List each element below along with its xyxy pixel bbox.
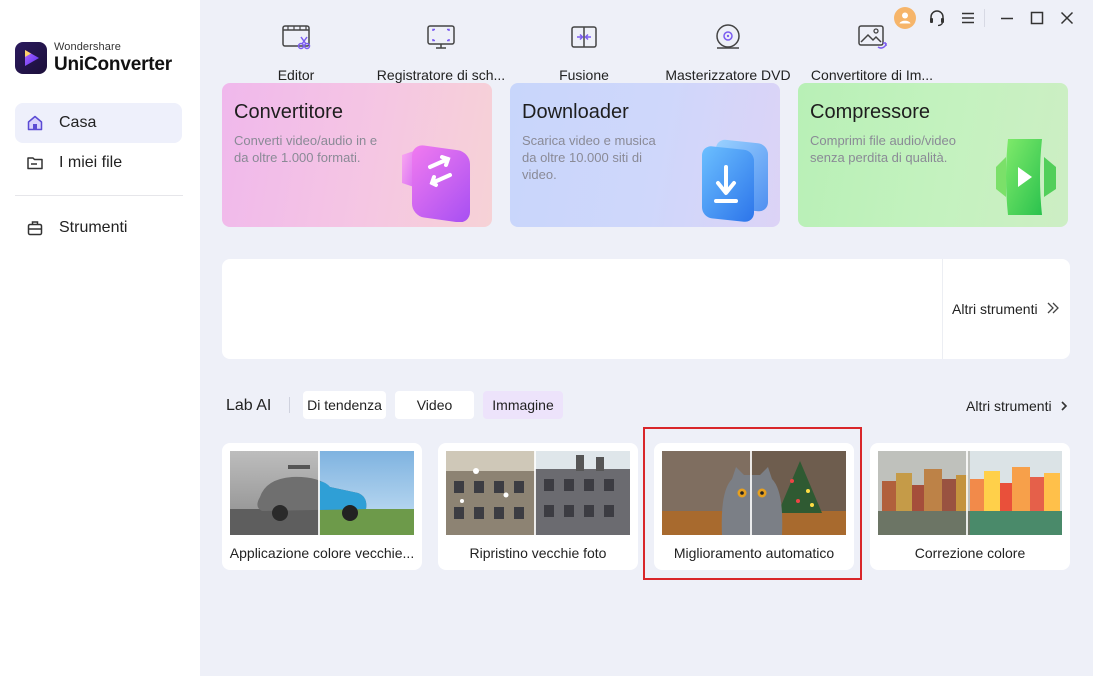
minimize-icon[interactable] <box>996 7 1018 29</box>
tool-dvd-burner[interactable]: Masterizzatore DVD <box>663 0 793 100</box>
merge-icon <box>568 21 600 53</box>
tool-label: Masterizzatore DVD <box>665 67 791 83</box>
ai-card-auto-enhance[interactable]: Miglioramento automatico <box>654 443 854 570</box>
before-after-divider <box>966 451 968 535</box>
card-label: Ripristino vecchie foto <box>469 545 607 561</box>
brand-name: UniConverter <box>54 54 172 75</box>
dvd-icon <box>712 21 744 53</box>
editor-icon <box>280 21 312 53</box>
more-tools-button[interactable]: Altri strumenti <box>942 259 1070 359</box>
double-chevron-right-icon <box>1046 301 1060 318</box>
hero-description: Comprimi file audio/video senza perdita … <box>810 133 956 165</box>
convert-icon <box>392 127 492 227</box>
sidebar-item-tools[interactable]: Strumenti <box>15 208 182 248</box>
hero-title: Downloader <box>522 101 629 123</box>
sidebar-item-label: Strumenti <box>59 219 128 236</box>
toolbox-icon <box>26 219 44 237</box>
lab-ai-title: Lab AI <box>226 397 272 414</box>
tool-merge[interactable]: Fusione <box>548 0 620 100</box>
ai-card-color-correction[interactable]: Correzione colore <box>870 443 1070 570</box>
sidebar-item-casa[interactable]: Casa <box>15 103 182 143</box>
tool-image-converter[interactable]: Convertitore di Im... <box>806 0 938 100</box>
hero-card-downloader[interactable]: Downloader Scarica video e musica da olt… <box>510 83 780 227</box>
hero-title: Compressore <box>810 101 931 123</box>
hero-title: Convertitore <box>234 101 343 123</box>
tool-screen-recorder[interactable]: Registratore di sch... <box>372 0 510 100</box>
before-after-divider <box>750 451 752 535</box>
tab-trending[interactable]: Di tendenza <box>303 391 386 419</box>
before-after-divider <box>318 451 320 535</box>
color-correction-thumbnail <box>878 451 1062 535</box>
uniconverter-logo-icon <box>15 42 47 74</box>
before-after-divider <box>534 451 536 535</box>
titlebar-divider <box>984 9 985 27</box>
ai-card-colorize-old[interactable]: Applicazione colore vecchie... <box>222 443 422 570</box>
maximize-icon[interactable] <box>1026 7 1048 29</box>
enhance-thumbnail <box>662 451 846 535</box>
card-label: Correzione colore <box>914 545 1026 561</box>
menu-icon[interactable] <box>957 7 979 29</box>
sidebar: Wondershare UniConverter Casa I miei fil… <box>0 0 200 676</box>
folder-icon <box>26 154 44 172</box>
tool-label: Editor <box>277 67 315 83</box>
home-icon <box>26 114 44 132</box>
lab-divider <box>289 397 290 413</box>
download-icon <box>680 127 780 227</box>
screen-recorder-icon <box>425 21 457 53</box>
tool-editor[interactable]: Editor <box>259 0 333 100</box>
chevron-right-icon <box>1060 398 1068 414</box>
compress-icon <box>968 127 1068 227</box>
app-logo: Wondershare UniConverter <box>15 42 172 74</box>
lab-more-tools-button[interactable]: Altri strumenti <box>966 398 1068 414</box>
sidebar-divider <box>15 195 183 196</box>
sidebar-item-label: Casa <box>59 114 97 131</box>
tool-label: Fusione <box>559 67 609 83</box>
hero-card-compressor[interactable]: Compressore Comprimi file audio/video se… <box>798 83 1068 227</box>
restore-thumbnail <box>446 451 630 535</box>
tool-label: Convertitore di Im... <box>810 67 934 83</box>
brand-small: Wondershare <box>54 41 121 53</box>
card-label: Miglioramento automatico <box>673 545 835 561</box>
tool-label: Registratore di sch... <box>376 67 506 83</box>
ai-card-old-photo-restore[interactable]: Ripristino vecchie foto <box>438 443 638 570</box>
close-icon[interactable] <box>1056 7 1078 29</box>
image-convert-icon <box>856 21 888 53</box>
colorize-thumbnail <box>230 451 414 535</box>
more-tools-label: Altri strumenti <box>952 301 1038 317</box>
hero-card-converter[interactable]: Convertitore Converti video/audio in e d… <box>222 83 492 227</box>
sidebar-item-my-files[interactable]: I miei file <box>15 143 182 183</box>
sidebar-item-label: I miei file <box>59 154 123 171</box>
tab-video[interactable]: Video <box>395 391 474 419</box>
hero-description: Converti video/audio in e da oltre 1.000… <box>234 133 378 165</box>
lab-more-label: Altri strumenti <box>966 398 1052 414</box>
card-label: Applicazione colore vecchie... <box>229 545 415 561</box>
hero-description: Scarica video e musica da oltre 10.000 s… <box>522 133 656 182</box>
tab-image[interactable]: Immagine <box>483 391 563 419</box>
